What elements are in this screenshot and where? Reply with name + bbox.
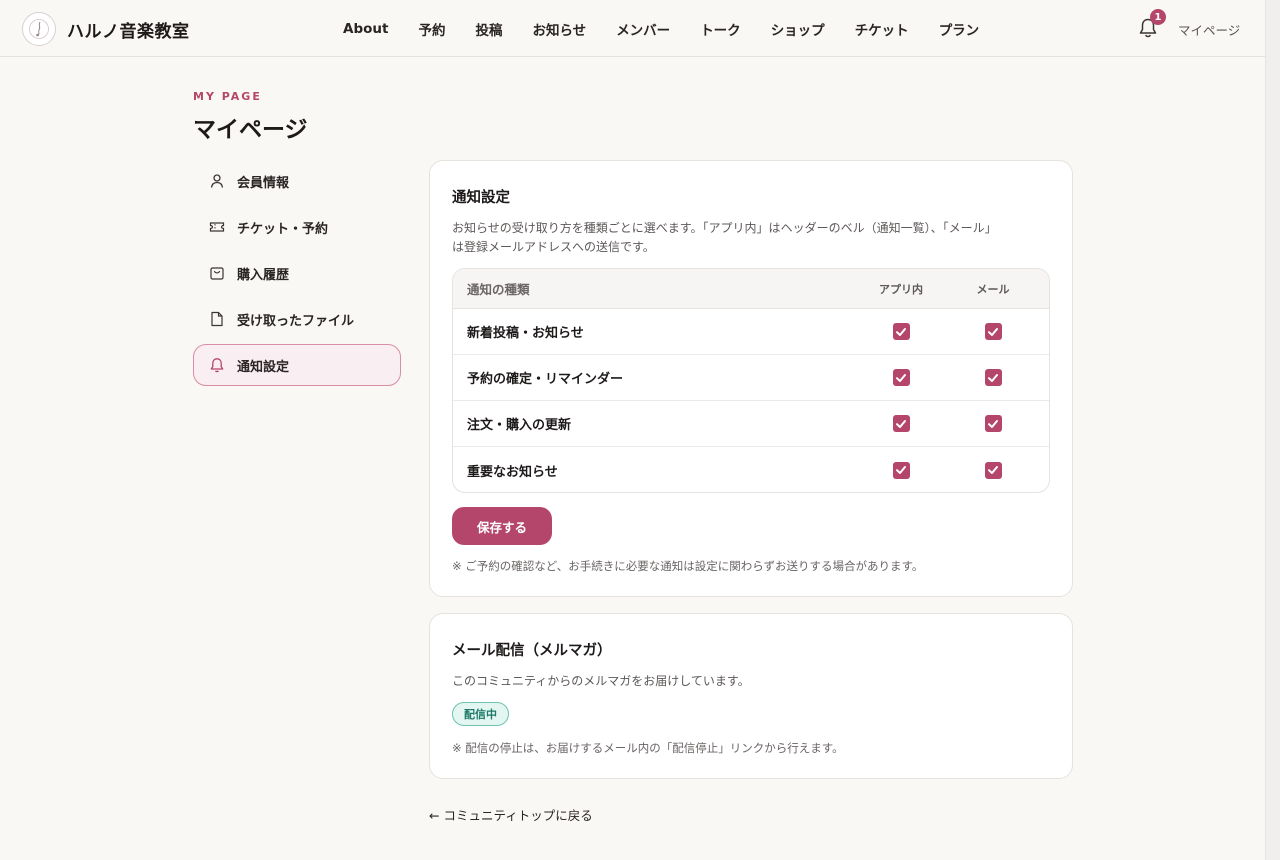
- back-to-community-link[interactable]: ← コミュニティトップに戻る: [429, 805, 593, 824]
- sidebar-item-label: 受け取ったファイル: [237, 313, 355, 329]
- table-header: 通知の種類 アプリ内 メール: [453, 269, 1049, 309]
- nav-plans[interactable]: プラン: [924, 19, 995, 39]
- column-header-app: アプリ内: [879, 282, 923, 296]
- notification-badge: 1: [1150, 9, 1166, 25]
- notification-type-label: 重要なお知らせ: [467, 464, 558, 480]
- status-badge: 配信中: [452, 702, 509, 726]
- app-checkbox[interactable]: [892, 415, 910, 432]
- card-title: 通知設定: [452, 190, 510, 206]
- card-title: メール配信（メルマガ）: [452, 643, 612, 659]
- newsletter-note: ※ 配信の停止は、お届けするメール内の「配信停止」リンクから行えます。: [452, 741, 844, 755]
- check-icon: [988, 327, 998, 336]
- sidebar-item-label: チケット・予約: [237, 221, 329, 237]
- page-scrollbar[interactable]: [1265, 0, 1280, 860]
- card-description: お知らせの受け取り方を種類ごとに選べます。「アプリ内」はヘッダーのベル（通知一覧…: [452, 219, 1052, 257]
- notification-settings-card: 通知設定 お知らせの受け取り方を種類ごとに選べます。「アプリ内」はヘッダーのベル…: [429, 160, 1073, 597]
- app-checkbox[interactable]: [892, 323, 910, 340]
- check-icon: [896, 327, 906, 336]
- file-icon: [208, 310, 226, 328]
- column-header-type: 通知の種類: [467, 282, 530, 297]
- app-cell: [855, 415, 947, 432]
- nav-news[interactable]: お知らせ: [517, 19, 601, 39]
- nav-talk[interactable]: トーク: [685, 19, 756, 39]
- app-cell: [855, 461, 947, 479]
- site-header: ハルノ音楽教室 About 予約 投稿 お知らせ メンバー トーク ショップ チ…: [0, 0, 1265, 57]
- nav-members[interactable]: メンバー: [601, 19, 685, 39]
- notification-type-label: 注文・購入の更新: [467, 418, 572, 433]
- table-row: 注文・購入の更新: [453, 401, 1049, 447]
- sidebar-item-notifications[interactable]: 通知設定: [193, 344, 401, 386]
- description-line: は登録メールアドレスへの送信です。: [452, 240, 655, 254]
- sidebar-item-label: 会員情報: [237, 175, 290, 191]
- nav-tickets[interactable]: チケット: [840, 19, 924, 39]
- main-nav: About 予約 投稿 お知らせ メンバー トーク ショップ チケット プラン: [328, 0, 994, 57]
- nav-reservation[interactable]: 予約: [403, 19, 460, 39]
- sidebar-item-tickets[interactable]: チケット・予約: [193, 206, 401, 248]
- mail-checkbox[interactable]: [984, 323, 1002, 340]
- user-icon: [208, 172, 226, 190]
- app-cell: [855, 369, 947, 386]
- mail-cell: [947, 415, 1039, 432]
- check-icon: [988, 419, 998, 428]
- card-description: このコミュニティからのメルマガをお届けしています。: [452, 674, 750, 688]
- mail-cell: [947, 461, 1039, 479]
- page-title: マイページ: [193, 117, 308, 143]
- check-icon: [988, 466, 998, 474]
- notification-table: 通知の種類 アプリ内 メール 新着投稿・お知らせ 予約の確定・リマインダー 注文…: [452, 268, 1050, 493]
- check-icon: [988, 373, 998, 382]
- sidebar-item-purchases[interactable]: 購入履歴: [193, 252, 401, 294]
- brand-name[interactable]: ハルノ音楽教室: [67, 17, 190, 42]
- mail-cell: [947, 369, 1039, 386]
- app-cell: [855, 323, 947, 340]
- column-header-mail: メール: [976, 282, 1010, 296]
- notification-type-label: 予約の確定・リマインダー: [467, 372, 624, 387]
- sidebar-item-member-info[interactable]: 会員情報: [193, 160, 401, 202]
- table-row: 新着投稿・お知らせ: [453, 309, 1049, 355]
- app-checkbox[interactable]: [892, 461, 910, 479]
- logo[interactable]: [22, 12, 56, 46]
- mail-checkbox[interactable]: [984, 415, 1002, 432]
- nav-posts[interactable]: 投稿: [460, 19, 517, 39]
- app-checkbox[interactable]: [892, 369, 910, 386]
- save-button[interactable]: 保存する: [452, 507, 552, 545]
- shopping-bag-icon: [208, 264, 226, 282]
- check-icon: [896, 373, 906, 382]
- page-eyebrow: MY PAGE: [193, 90, 262, 103]
- mail-checkbox[interactable]: [984, 461, 1002, 479]
- notification-type-label: 新着投稿・お知らせ: [467, 326, 584, 341]
- sidebar-item-files[interactable]: 受け取ったファイル: [193, 298, 401, 340]
- mail-checkbox[interactable]: [984, 369, 1002, 386]
- table-row: 予約の確定・リマインダー: [453, 355, 1049, 401]
- bell-icon: [208, 356, 226, 374]
- table-row: 重要なお知らせ: [453, 447, 1049, 492]
- notification-note: ※ ご予約の確認など、お手続きに必要な通知は設定に関わらずお送りする場合がありま…: [452, 559, 924, 573]
- nav-shop[interactable]: ショップ: [756, 19, 840, 39]
- check-icon: [896, 419, 906, 428]
- nav-about[interactable]: About: [328, 21, 403, 37]
- check-icon: [896, 466, 906, 474]
- music-note-icon: [29, 19, 49, 39]
- mypage-link[interactable]: マイページ: [1178, 20, 1240, 39]
- newsletter-card: メール配信（メルマガ） このコミュニティからのメルマガをお届けしています。 配信…: [429, 613, 1073, 779]
- sidebar-item-label: 購入履歴: [237, 267, 290, 283]
- sidebar-item-label: 通知設定: [237, 359, 290, 375]
- mypage-sidebar: 会員情報 チケット・予約 購入履歴 受け取ったファイル 通知設定: [193, 160, 401, 390]
- ticket-icon: [208, 218, 226, 236]
- description-line: お知らせの受け取り方を種類ごとに選べます。「アプリ内」はヘッダーのベル（通知一覧…: [452, 221, 997, 235]
- mail-cell: [947, 323, 1039, 340]
